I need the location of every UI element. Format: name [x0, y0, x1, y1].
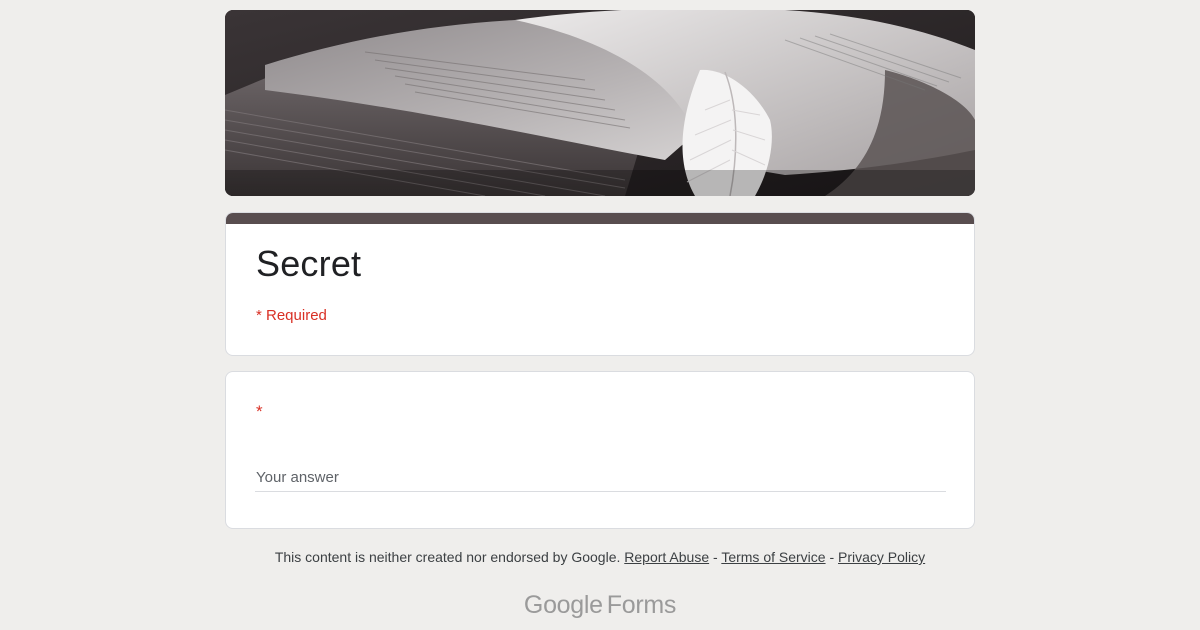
terms-of-service-link[interactable]: Terms of Service [721, 549, 825, 565]
answer-input[interactable] [255, 464, 946, 492]
forms-wordmark: Forms [606, 591, 677, 619]
question-card: * [225, 371, 975, 529]
header-banner-image [225, 10, 975, 196]
theme-accent-bar [226, 213, 974, 224]
footer-separator: - [709, 549, 722, 565]
form-page: Secret * Required * This content is neit… [0, 0, 1200, 630]
required-note: * Required [256, 307, 327, 324]
google-forms-logo[interactable]: Google Forms [0, 591, 1200, 620]
form-title: Secret [256, 243, 362, 284]
disclaimer-text: This content is neither created nor endo… [274, 549, 621, 565]
required-asterisk: * [256, 402, 263, 421]
open-book-with-feather-image [225, 10, 975, 196]
footer-disclaimer: This content is neither created nor endo… [0, 549, 1200, 565]
privacy-policy-link[interactable]: Privacy Policy [838, 549, 925, 565]
footer-separator: - [825, 549, 839, 565]
report-abuse-link[interactable]: Report Abuse [624, 549, 709, 565]
form-title-card: Secret * Required [225, 212, 975, 356]
google-wordmark: Google [523, 591, 603, 619]
